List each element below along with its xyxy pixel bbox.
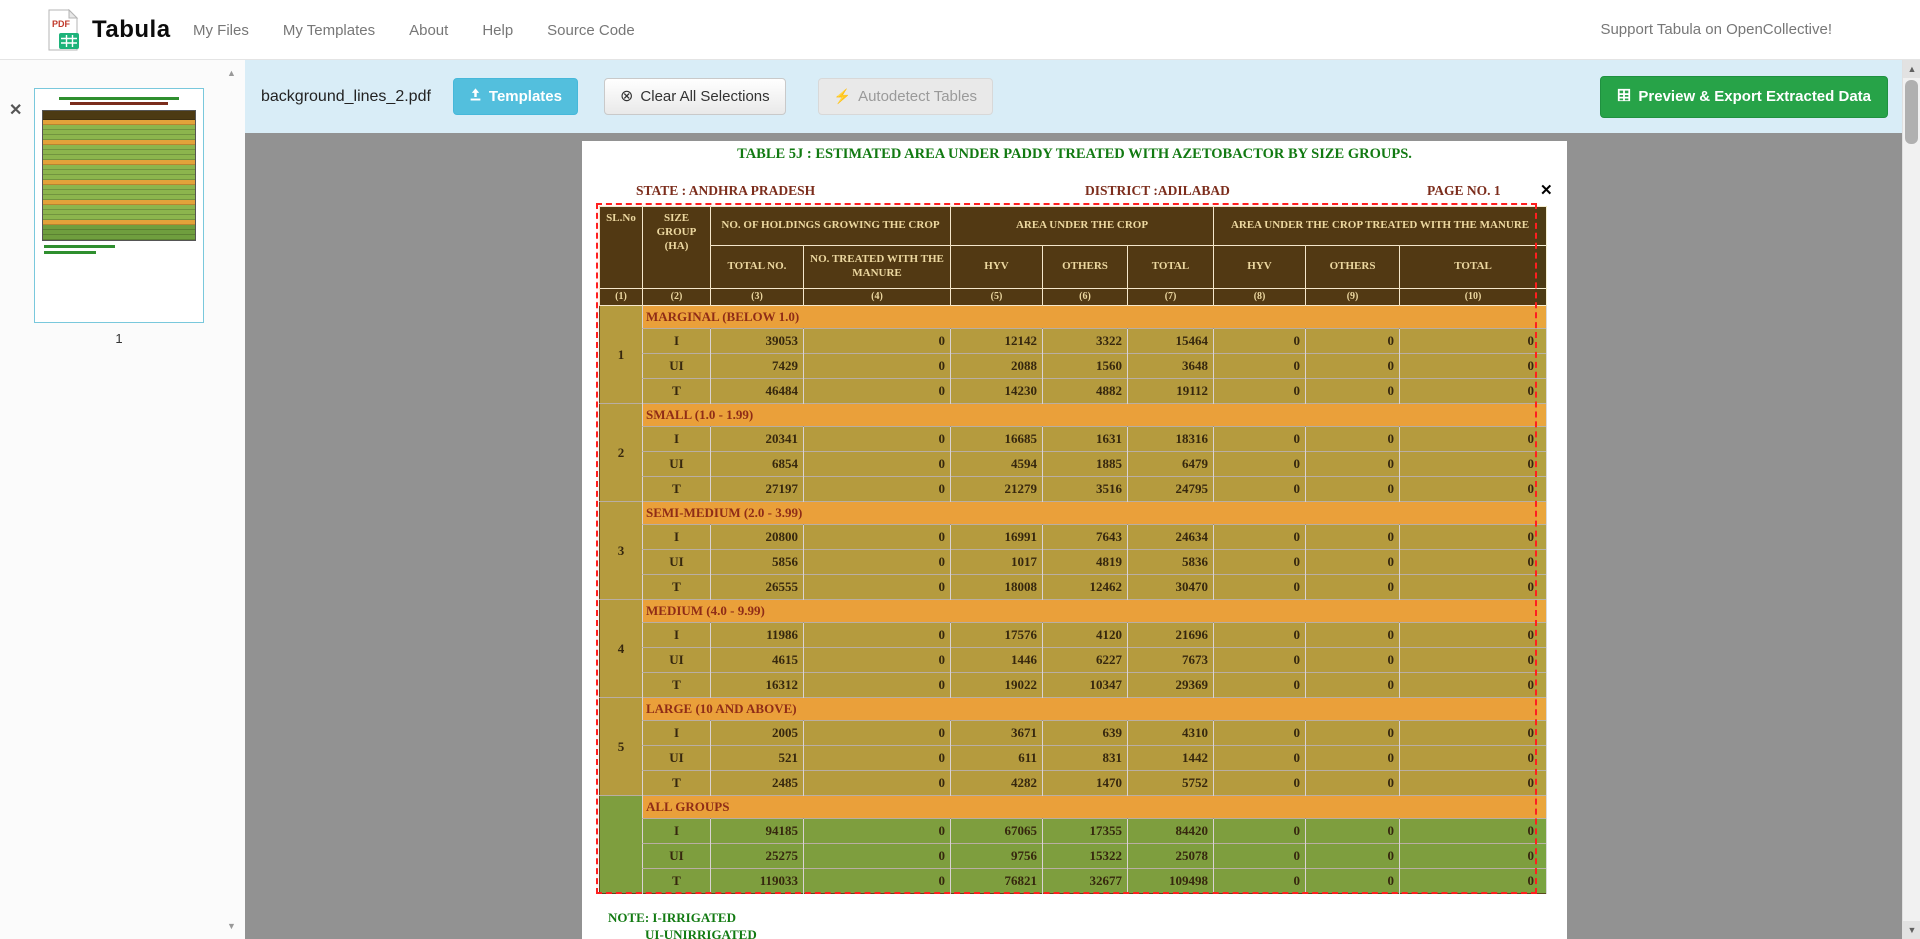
nav-about[interactable]: About — [409, 22, 448, 39]
pdf-page-number: PAGE NO. 1 — [1427, 183, 1501, 199]
thumbnail-subtitle-line — [70, 102, 169, 105]
thumbnail-table — [42, 110, 196, 241]
sidebar-scroll-up-icon[interactable]: ▲ — [227, 68, 236, 78]
scroll-up-icon[interactable]: ▲ — [1903, 60, 1920, 78]
selection-rectangle[interactable] — [596, 203, 1537, 894]
templates-button[interactable]: Templates — [453, 78, 578, 115]
templates-label: Templates — [489, 88, 562, 105]
document-viewport: TABLE 5J : ESTIMATED AREA UNDER PADDY TR… — [245, 133, 1902, 939]
pdf-district: DISTRICT :ADILABAD — [1085, 183, 1230, 199]
nav-source-code[interactable]: Source Code — [547, 22, 635, 39]
sidebar-scroll-down-icon[interactable]: ▼ — [227, 921, 236, 931]
pdf-table-title: TABLE 5J : ESTIMATED AREA UNDER PADDY TR… — [582, 146, 1567, 163]
nav-help[interactable]: Help — [482, 22, 513, 39]
navbar: PDF Tabula My Files My Templates About H… — [0, 0, 1920, 60]
clear-circle-x-icon: ⊗ — [620, 89, 633, 105]
brand-title[interactable]: Tabula — [92, 0, 171, 60]
autodetect-label: Autodetect Tables — [858, 88, 977, 105]
tabula-app: PDF Tabula My Files My Templates About H… — [0, 0, 1920, 939]
lightning-icon: ⚡ — [834, 88, 851, 105]
main-nav: My Files My Templates About Help Source … — [193, 0, 635, 60]
toolbar: background_lines_2.pdf Templates ⊗ Clear… — [245, 60, 1902, 133]
thumbnail-note-line — [44, 245, 115, 248]
tabula-logo-icon: PDF — [44, 9, 82, 51]
page-thumbnail[interactable] — [34, 88, 204, 323]
selection-delete-icon[interactable]: ✕ — [1540, 181, 1553, 200]
thumbnail-page-number: 1 — [34, 331, 204, 346]
svg-text:PDF: PDF — [52, 19, 71, 29]
scroll-down-icon[interactable]: ▼ — [1903, 921, 1920, 939]
thumbnail-note-line — [44, 251, 96, 254]
remove-page-icon[interactable]: ✕ — [9, 100, 22, 120]
pdf-meta-row: STATE : ANDHRA PRADESH DISTRICT :ADILABA… — [582, 183, 1567, 201]
filename-label: background_lines_2.pdf — [261, 88, 431, 106]
pdf-state: STATE : ANDHRA PRADESH — [636, 183, 815, 199]
clear-selections-button[interactable]: ⊗ Clear All Selections — [604, 78, 786, 115]
upload-icon — [469, 88, 482, 105]
pdf-note: UI-UNIRRIGATED — [645, 927, 757, 939]
export-label: Preview & Export Extracted Data — [1638, 88, 1871, 105]
pdf-page[interactable]: TABLE 5J : ESTIMATED AREA UNDER PADDY TR… — [582, 141, 1567, 939]
table-grid-icon — [1617, 88, 1631, 106]
export-button[interactable]: Preview & Export Extracted Data — [1600, 76, 1888, 118]
thumbnail-title-line — [59, 97, 179, 100]
pdf-note: NOTE: I-IRRIGATED — [608, 910, 736, 926]
sidebar: ✕ 1 ▲ ▼ — [0, 60, 245, 939]
nav-my-templates[interactable]: My Templates — [283, 22, 375, 39]
autodetect-tables-button[interactable]: ⚡ Autodetect Tables — [818, 78, 993, 115]
clear-selections-label: Clear All Selections — [640, 88, 769, 105]
nav-my-files[interactable]: My Files — [193, 22, 249, 39]
scrollbar-thumb[interactable] — [1905, 80, 1918, 144]
support-link[interactable]: Support Tabula on OpenCollective! — [1600, 0, 1832, 60]
window-scrollbar[interactable]: ▲ ▼ — [1902, 60, 1920, 939]
